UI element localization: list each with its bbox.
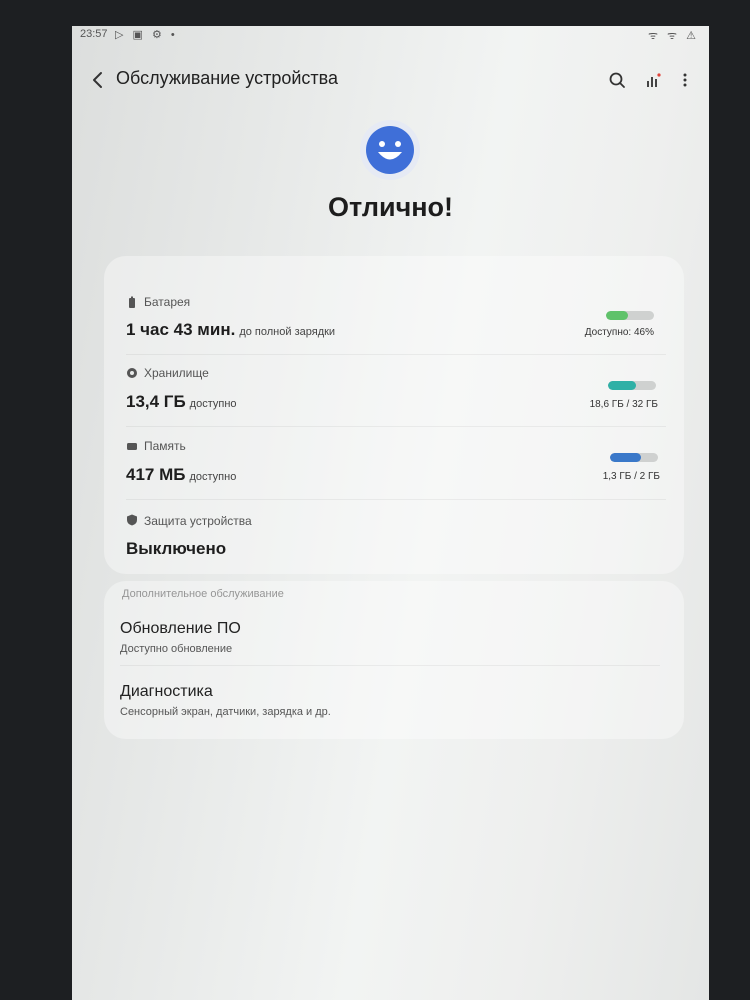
notification-icons: ▷ ▣ ⚙ • [115, 29, 178, 41]
battery-level-fill [606, 311, 629, 320]
battery-value: 1 час 43 мин. до полной зарядки [126, 320, 335, 340]
storage-row[interactable]: Хранилище 13,4 ГБ доступно 18,6 ГБ / 32 Г… [104, 356, 684, 428]
storage-suffix: доступно [189, 398, 237, 410]
device-screen: 23:57 ▷ ▣ ⚙ • ᯤ ᯤ ⚠ Обслуживание устройс… [72, 26, 709, 1000]
statistics-button[interactable] [640, 66, 666, 94]
extra-maintenance-card: Обновление ПО Доступно обновление Диагно… [104, 581, 684, 739]
memory-label: Память [144, 439, 186, 453]
app-header: Обслуживание устройства [72, 62, 709, 102]
memory-value: 417 МБ доступно [126, 465, 236, 485]
bar-chart-icon [647, 73, 661, 87]
divider [126, 426, 666, 427]
status-time: 23:57 [80, 28, 108, 40]
smiley-face-icon [360, 120, 420, 180]
storage-label: Хранилище [144, 366, 209, 380]
storage-value: 13,4 ГБ доступно [126, 392, 237, 412]
diagnostics-subtitle: Сенсорный экран, датчики, зарядка и др. [120, 706, 331, 718]
security-label: Защита устройства [144, 514, 252, 528]
divider [126, 354, 666, 355]
divider [120, 665, 660, 666]
back-button[interactable] [86, 66, 110, 94]
battery-icon [129, 296, 135, 308]
memory-amount: 417 МБ [126, 465, 186, 484]
diagnostics-title: Диагностика [120, 683, 213, 700]
device-status-card: Батарея 1 час 43 мин. до полной зарядки Д… [104, 256, 684, 574]
battery-label: Батарея [144, 295, 191, 309]
diagnostics-item[interactable]: Диагностика Сенсорный экран, датчики, за… [104, 667, 684, 729]
storage-level-bar [608, 381, 656, 390]
more-options-button[interactable] [672, 66, 698, 94]
search-icon [609, 72, 625, 88]
battery-time: 1 час 43 мин. [126, 320, 236, 339]
software-update-item[interactable]: Обновление ПО Доступно обновление [104, 606, 684, 664]
memory-row[interactable]: Память 417 МБ доступно 1,3 ГБ / 2 ГБ [104, 428, 684, 500]
battery-suffix: до полной зарядки [239, 326, 336, 338]
shield-icon [127, 514, 137, 526]
overall-status-title: Отлично! [327, 192, 454, 222]
memory-level-bar [610, 453, 658, 462]
storage-level-fill [608, 381, 636, 390]
software-update-subtitle: Доступно обновление [120, 643, 233, 655]
memory-caption: 1,3 ГБ / 2 ГБ [602, 471, 660, 482]
status-bar: 23:57 ▷ ▣ ⚙ • ᯤ ᯤ ⚠ [72, 26, 709, 44]
battery-caption: Доступно: 46% [584, 327, 654, 338]
memory-icon [127, 443, 137, 450]
security-value: Выключено [126, 539, 227, 558]
security-row[interactable]: Защита устройства Выключено [104, 501, 684, 571]
more-vertical-icon [683, 73, 687, 87]
memory-level-fill [610, 453, 642, 462]
memory-suffix: доступно [189, 471, 237, 483]
storage-caption: 18,6 ГБ / 32 ГБ [589, 399, 658, 410]
software-update-title: Обновление ПО [120, 620, 241, 637]
battery-row[interactable]: Батарея 1 час 43 мин. до полной зарядки Д… [104, 256, 684, 339]
chevron-left-icon [93, 72, 102, 88]
battery-level-bar [606, 311, 654, 320]
page-title: Обслуживание устройства [116, 68, 339, 88]
system-status-icons: ᯤ ᯤ ⚠ [647, 30, 699, 42]
storage-amount: 13,4 ГБ [126, 392, 186, 411]
storage-icon [127, 368, 137, 378]
divider [126, 499, 666, 500]
status-emoji [359, 119, 421, 181]
search-button[interactable] [604, 66, 630, 94]
